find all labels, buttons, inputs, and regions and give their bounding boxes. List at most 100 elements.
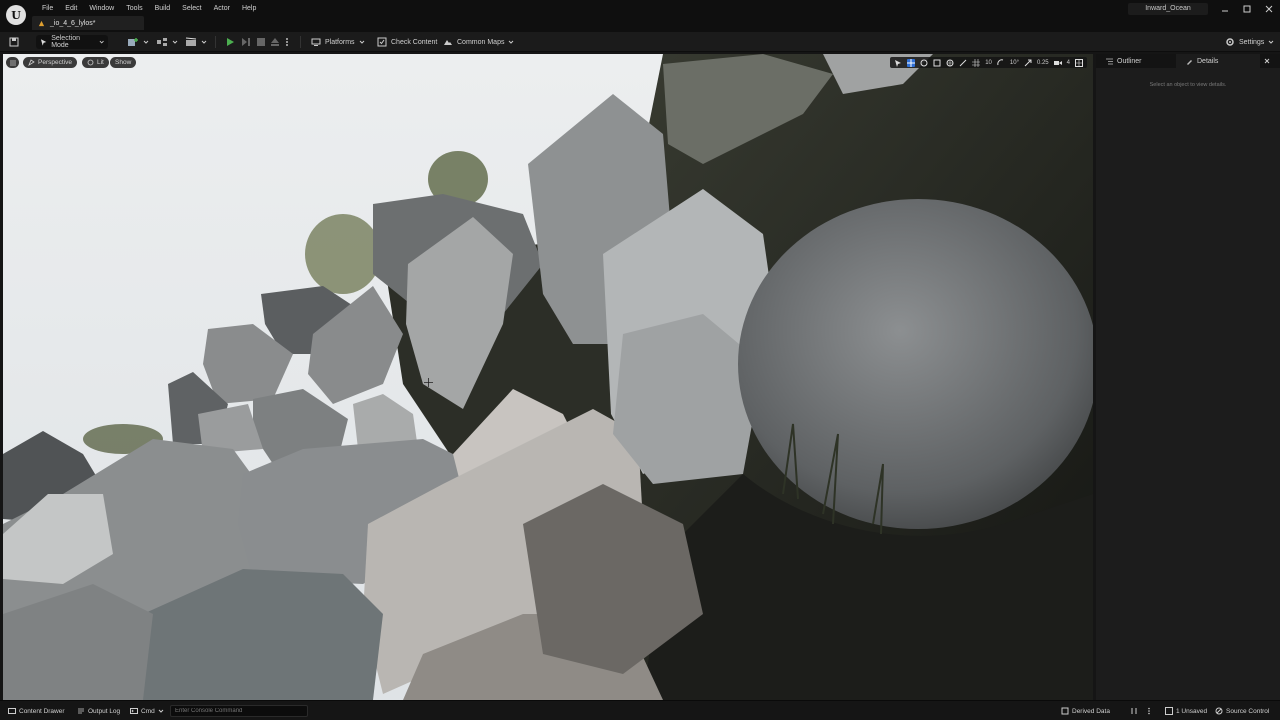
menu-build[interactable]: Build [149,3,177,15]
settings-label: Settings [1239,38,1265,46]
perspective-button[interactable]: Perspective [23,57,77,68]
cmd-label: Cmd [141,707,155,715]
camera-speed-icon[interactable] [1053,59,1062,67]
check-content-button[interactable]: Check Content [377,35,437,49]
unsaved-button[interactable]: 1 Unsaved [1165,705,1207,717]
unsaved-icon [1165,707,1173,715]
output-log-label: Output Log [88,707,121,715]
more-options-icon[interactable] [1147,705,1151,717]
menu-actor[interactable]: Actor [208,3,236,15]
details-hint: Select an object to view details. [1149,82,1227,88]
platforms-button[interactable]: Platforms [311,35,365,49]
close-icon[interactable] [1260,54,1274,68]
play-options-icon[interactable] [285,35,289,49]
menu-select[interactable]: Select [176,3,207,15]
unreal-logo-icon[interactable]: U [6,5,26,25]
stop-icon[interactable] [256,35,266,49]
viewport-options-button[interactable] [6,57,19,68]
scale-icon[interactable] [933,59,941,67]
output-log-button[interactable]: Output Log [77,705,120,717]
selection-mode-label: Selection Mode [51,35,80,49]
transfer-icon[interactable] [1130,705,1138,717]
maximize-icon[interactable] [1242,4,1252,14]
menu-window[interactable]: Window [83,3,120,15]
platforms-label: Platforms [325,38,355,46]
grid-snap-value[interactable]: 10 [985,60,992,66]
add-actor-button[interactable] [127,35,149,49]
tab-details[interactable]: Details [1176,54,1260,68]
window-controls [1220,4,1274,14]
derived-data-icon [1061,707,1069,715]
eject-icon[interactable] [270,35,280,49]
scale-snap-value[interactable]: 0.25 [1037,60,1049,66]
level-icon [38,20,45,26]
derived-data-button[interactable]: Derived Data [1061,705,1110,717]
output-log-icon [78,708,84,714]
selection-mode-dropdown[interactable]: Selection Mode [36,35,108,49]
select-arrow-icon [40,39,47,46]
chevron-down-icon [359,40,364,44]
perspective-label: Perspective [38,59,72,66]
project-name: Inward_Ocean [1128,3,1208,15]
select-mode-icon[interactable] [894,59,902,67]
panel-tabs: Outliner Details [1096,54,1280,68]
status-bar: Content Drawer Output Log Cmd Derived Da… [0,700,1280,720]
advance-frame-icon[interactable] [241,35,251,49]
platforms-icon [311,38,321,46]
viewport-transform-toolbar: 10 10° 0.25 4 [890,57,1087,68]
world-space-icon[interactable] [946,59,954,67]
grid-snap-icon[interactable] [972,58,981,67]
scale-snap-icon[interactable] [1024,59,1032,67]
blueprint-button[interactable] [156,35,178,49]
mouse-cursor-icon [424,378,433,387]
menu-tools[interactable]: Tools [120,3,148,15]
content-drawer-icon [8,708,16,714]
right-panel: Outliner Details Select an object to vie… [1096,54,1280,700]
outliner-label: Outliner [1117,57,1142,65]
chevron-down-icon [509,40,514,44]
title-bar: U File Edit Window Tools Build Select Ac… [0,0,1280,32]
map-icon [444,40,452,45]
menu-bar: File Edit Window Tools Build Select Acto… [36,3,262,15]
main-toolbar: Selection Mode Platforms Check Content C… [0,32,1280,52]
chevron-down-icon [1268,40,1274,44]
derived-data-label: Derived Data [1072,707,1110,715]
source-control-label: Source Control [1226,707,1270,715]
translate-icon[interactable] [907,58,916,67]
lit-label: Lit [97,59,104,66]
menu-edit[interactable]: Edit [59,3,83,15]
console-input[interactable] [170,705,308,717]
rotation-snap-icon[interactable] [997,58,1005,67]
camera-speed-value[interactable]: 4 [1067,60,1070,66]
level-viewport[interactable]: Perspective Lit Show 10 10° 0.25 4 [3,54,1093,700]
cinematics-button[interactable] [185,35,207,49]
hamburger-icon [9,60,16,65]
play-icon[interactable] [225,35,235,49]
common-maps-button[interactable]: Common Maps [443,35,514,49]
layout-icon[interactable] [1075,58,1083,67]
cmd-dropdown[interactable]: Cmd [130,705,164,717]
cmd-icon [130,708,138,714]
source-control-button[interactable]: Source Control [1215,705,1269,717]
settings-button[interactable]: Settings [1225,35,1274,49]
lit-icon [87,59,94,66]
check-content-label: Check Content [391,38,438,46]
lit-button[interactable]: Lit [82,57,109,68]
menu-file[interactable]: File [36,3,59,15]
check-icon [377,37,387,47]
minimize-icon[interactable] [1220,4,1230,14]
surface-snap-icon[interactable] [959,59,967,67]
chevron-down-icon [158,709,164,713]
gear-icon [1226,38,1234,46]
close-icon[interactable] [1264,4,1274,14]
menu-help[interactable]: Help [236,3,262,15]
details-label: Details [1197,57,1219,65]
rotation-snap-value[interactable]: 10° [1010,60,1019,66]
pencil-icon [1187,59,1192,65]
tab-outliner[interactable]: Outliner [1096,54,1176,68]
show-button[interactable]: Show [110,57,137,68]
rotate-icon[interactable] [920,59,928,67]
level-tab[interactable]: _io_4_6_lylos* [32,16,144,30]
content-drawer-button[interactable]: Content Drawer [8,705,65,717]
save-icon[interactable] [9,35,19,49]
